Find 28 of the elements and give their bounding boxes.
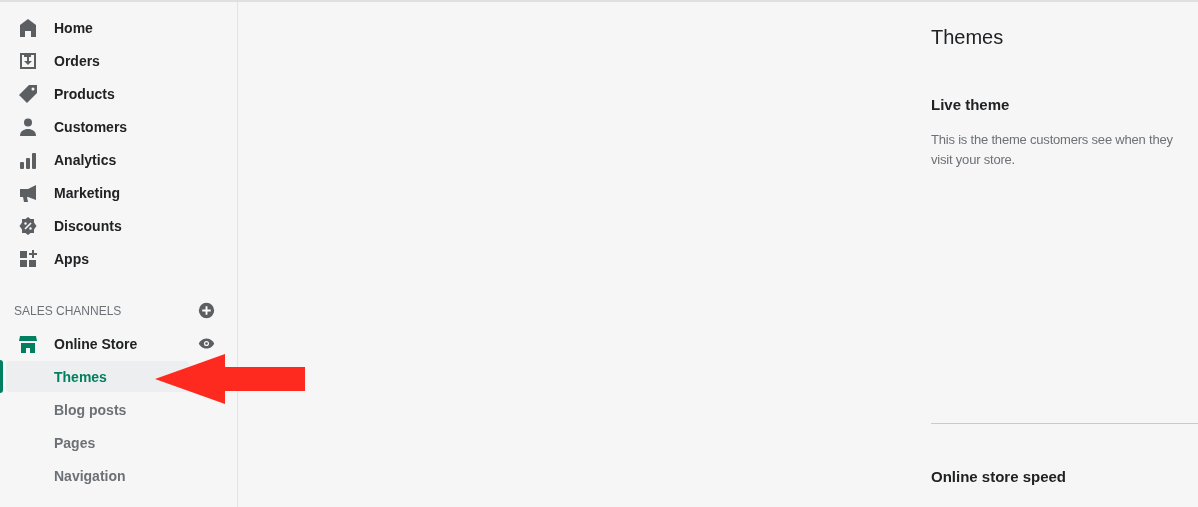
nav-item[interactable]: Apps bbox=[0, 242, 237, 275]
nav-item[interactable]: Orders bbox=[0, 44, 237, 77]
nav-item[interactable]: Home bbox=[0, 11, 237, 44]
eye-icon[interactable] bbox=[198, 335, 215, 352]
nav-item[interactable]: Analytics bbox=[0, 143, 237, 176]
home-icon bbox=[18, 17, 38, 38]
inbox-icon bbox=[18, 50, 38, 71]
sub-nav-item[interactable]: Blog posts bbox=[6, 394, 189, 425]
section-heading: Online store speed bbox=[931, 468, 1068, 485]
description: This is the theme customers see when they visit your store. bbox=[931, 131, 1174, 169]
add-icon[interactable] bbox=[198, 302, 215, 319]
tag-icon bbox=[18, 83, 38, 104]
page-title: Themes bbox=[931, 26, 1005, 49]
section-heading: SALES CHANNELS bbox=[14, 303, 122, 318]
nav-item[interactable]: Marketing bbox=[0, 176, 237, 209]
sub-nav-item[interactable]: Pages bbox=[6, 427, 189, 458]
megaphone-icon bbox=[18, 182, 38, 203]
sub-nav-item[interactable]: Themes bbox=[6, 361, 189, 392]
storefront-icon bbox=[18, 333, 38, 354]
discount-badge-icon bbox=[18, 215, 38, 236]
sub-nav-item[interactable]: Navigation bbox=[6, 460, 189, 491]
person-icon bbox=[18, 116, 38, 137]
section-heading: Live theme bbox=[931, 96, 1011, 113]
nav-item[interactable]: Discounts bbox=[0, 209, 237, 242]
apps-icon bbox=[18, 248, 38, 269]
nav-item[interactable]: Online Store bbox=[18, 333, 138, 354]
nav-item[interactable]: Products bbox=[0, 77, 237, 110]
nav-item[interactable]: Customers bbox=[0, 110, 237, 143]
